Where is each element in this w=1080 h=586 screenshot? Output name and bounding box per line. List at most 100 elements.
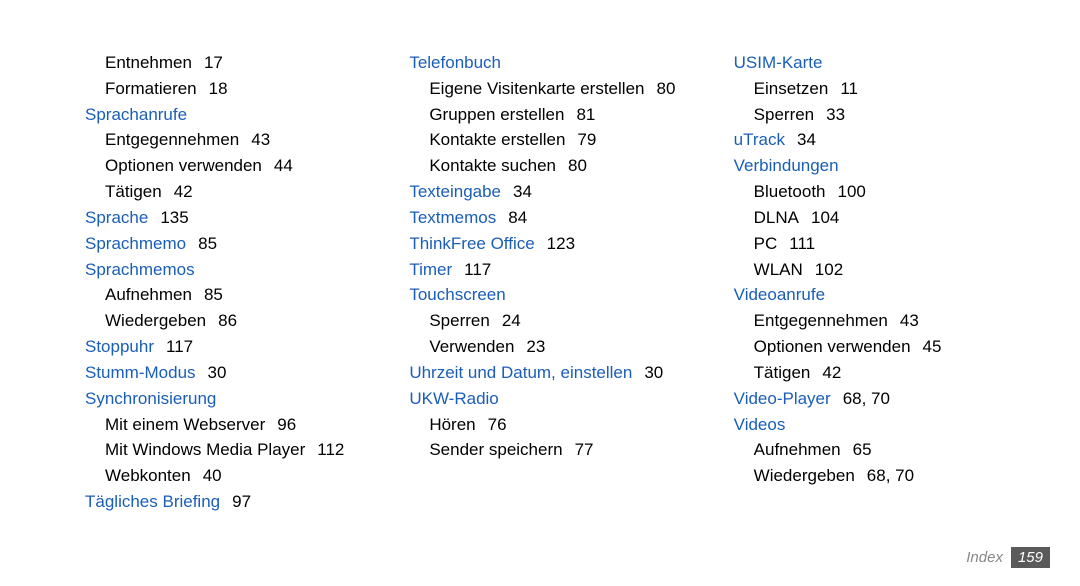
index-subentry-label: Kontakte suchen <box>429 156 556 175</box>
index-page-ref[interactable]: 24 <box>490 311 521 330</box>
index-heading-label[interactable]: Timer <box>409 260 452 279</box>
index-subentry: Entnehmen17 <box>85 50 381 76</box>
index-page-ref[interactable]: 135 <box>148 208 188 227</box>
index-subentry: Entgegennehmen43 <box>85 127 381 153</box>
index-heading: Uhrzeit und Datum, einstellen30 <box>409 360 705 386</box>
index-subentry-label: Sperren <box>429 311 489 330</box>
index-subentry-label: Tätigen <box>105 182 162 201</box>
index-page-ref[interactable]: 23 <box>514 337 545 356</box>
index-heading-label: Sprachanrufe <box>85 105 187 124</box>
index-subentry-label: Mit Windows Media Player <box>105 440 305 459</box>
index-page-ref[interactable]: 86 <box>206 311 237 330</box>
index-page-ref[interactable]: 117 <box>154 337 193 356</box>
index-page-ref[interactable]: 102 <box>803 260 843 279</box>
index-heading: Texteingabe34 <box>409 179 705 205</box>
index-subentry-label: Wiedergeben <box>105 311 206 330</box>
index-heading: UKW-Radio <box>409 386 705 412</box>
index-page-ref[interactable]: 112 <box>305 440 344 459</box>
index-page-ref[interactable]: 100 <box>826 182 866 201</box>
index-page-ref[interactable]: 42 <box>162 182 193 201</box>
index-page-ref[interactable]: 104 <box>799 208 839 227</box>
index-subentry-label: Aufnehmen <box>105 285 192 304</box>
index-subentry-label: Einsetzen <box>754 79 829 98</box>
index-heading: Timer117 <box>409 257 705 283</box>
index-heading: Touchscreen <box>409 282 705 308</box>
index-page-ref[interactable]: 34 <box>501 182 532 201</box>
index-page-ref[interactable]: 30 <box>632 363 663 382</box>
index-heading-label[interactable]: Tägliches Briefing <box>85 492 220 511</box>
index-page-ref[interactable]: 96 <box>265 415 296 434</box>
index-page-ref[interactable]: 111 <box>777 234 815 253</box>
index-heading: Telefonbuch <box>409 50 705 76</box>
index-page-ref[interactable]: 44 <box>262 156 293 175</box>
index-heading: Stumm-Modus30 <box>85 360 381 386</box>
index-page-ref[interactable]: 68, 70 <box>831 389 890 408</box>
index-subentry-label: Tätigen <box>754 363 811 382</box>
index-heading-label[interactable]: Stoppuhr <box>85 337 154 356</box>
index-subentry: Sperren33 <box>734 102 1030 128</box>
index-page-ref[interactable]: 97 <box>220 492 251 511</box>
index-page-ref[interactable]: 79 <box>565 130 596 149</box>
index-heading: Synchronisierung <box>85 386 381 412</box>
index-subentry: Wiedergeben68, 70 <box>734 463 1030 489</box>
index-subentry-label: Bluetooth <box>754 182 826 201</box>
index-page-ref[interactable]: 81 <box>564 105 595 124</box>
footer-section-label: Index <box>966 549 1003 566</box>
index-column-3: USIM-KarteEinsetzen11Sperren33uTrack34Ve… <box>734 50 1030 515</box>
index-page-ref[interactable]: 85 <box>192 285 223 304</box>
index-heading-label: Telefonbuch <box>409 53 501 72</box>
index-page-ref[interactable]: 17 <box>192 53 223 72</box>
index-page-ref[interactable]: 33 <box>814 105 845 124</box>
index-heading-label[interactable]: Sprache <box>85 208 148 227</box>
index-subentry: WLAN102 <box>734 257 1030 283</box>
index-subentry-label: Gruppen erstellen <box>429 105 564 124</box>
index-subentry: PC111 <box>734 231 1030 257</box>
index-page-ref[interactable]: 11 <box>828 79 858 98</box>
index-heading-label[interactable]: ThinkFree Office <box>409 234 534 253</box>
index-heading: Sprache135 <box>85 205 381 231</box>
index-subentry: Mit einem Webserver96 <box>85 412 381 438</box>
index-heading-label[interactable]: Video-Player <box>734 389 831 408</box>
index-heading-label[interactable]: Sprachmemo <box>85 234 186 253</box>
index-subentry-label: Entgegennehmen <box>105 130 239 149</box>
index-subentry-label: Optionen verwenden <box>754 337 911 356</box>
index-heading-label[interactable]: Uhrzeit und Datum, einstellen <box>409 363 632 382</box>
index-subentry-label: Hören <box>429 415 475 434</box>
index-page-ref[interactable]: 42 <box>810 363 841 382</box>
index-page-ref[interactable]: 43 <box>239 130 270 149</box>
index-subentry: Hören76 <box>409 412 705 438</box>
index-heading-label[interactable]: Texteingabe <box>409 182 501 201</box>
index-page-ref[interactable]: 18 <box>197 79 228 98</box>
index-page-ref[interactable]: 40 <box>191 466 222 485</box>
index-page-ref[interactable]: 30 <box>196 363 227 382</box>
index-heading: Sprachmemo85 <box>85 231 381 257</box>
index-heading-label[interactable]: Textmemos <box>409 208 496 227</box>
index-page-ref[interactable]: 76 <box>476 415 507 434</box>
index-subentry-label: WLAN <box>754 260 803 279</box>
index-page-ref[interactable]: 123 <box>535 234 575 253</box>
index-heading-label[interactable]: Stumm-Modus <box>85 363 196 382</box>
index-heading-label: Sprachmemos <box>85 260 195 279</box>
index-page-ref[interactable]: 80 <box>644 79 675 98</box>
index-page-ref[interactable]: 45 <box>911 337 942 356</box>
index-subentry-label: Mit einem Webserver <box>105 415 265 434</box>
index-heading: USIM-Karte <box>734 50 1030 76</box>
index-heading-label[interactable]: uTrack <box>734 130 785 149</box>
index-heading: Textmemos84 <box>409 205 705 231</box>
index-page-ref[interactable]: 43 <box>888 311 919 330</box>
index-page-ref[interactable]: 68, 70 <box>855 466 914 485</box>
index-page-ref[interactable]: 34 <box>785 130 816 149</box>
index-page-ref[interactable]: 80 <box>556 156 587 175</box>
index-page-ref[interactable]: 117 <box>452 260 491 279</box>
index-subentry: Aufnehmen65 <box>734 437 1030 463</box>
index-subentry-label: Eigene Visitenkarte erstellen <box>429 79 644 98</box>
index-column-2: Telefonbuch Eigene Visitenkarte erstellen… <box>409 50 705 515</box>
index-heading: ThinkFree Office123 <box>409 231 705 257</box>
index-page-ref[interactable]: 84 <box>496 208 527 227</box>
index-subentry: Optionen verwenden44 <box>85 153 381 179</box>
index-page-ref[interactable]: 65 <box>841 440 872 459</box>
index-subentry: Entgegennehmen43 <box>734 308 1030 334</box>
index-heading: Sprachanrufe <box>85 102 381 128</box>
index-page-ref[interactable]: 77 <box>563 440 594 459</box>
index-page-ref[interactable]: 85 <box>186 234 217 253</box>
